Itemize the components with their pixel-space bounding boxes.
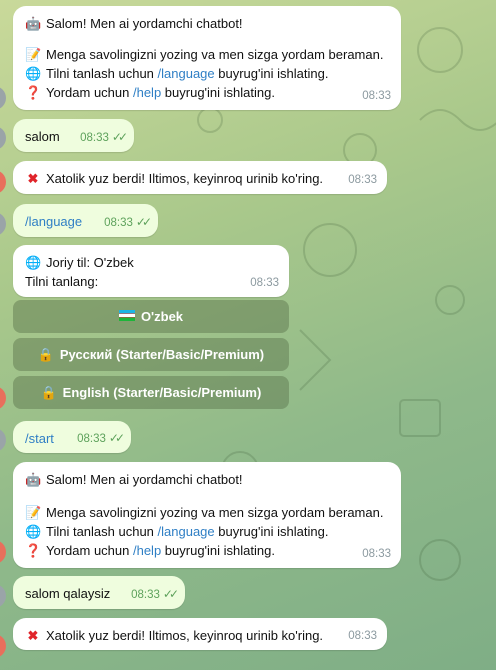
command-text[interactable]: /language xyxy=(25,214,82,229)
robot-icon: 🤖 xyxy=(25,16,42,31)
help-command-link[interactable]: /help xyxy=(133,543,161,558)
language-hint-suffix: buyrug'ini ishlating. xyxy=(214,66,329,81)
globe-icon: 🌐 xyxy=(25,66,42,81)
button-label: Русский (Starter/Basic/Premium) xyxy=(59,347,265,362)
language-hint-suffix: buyrug'ini ishlating. xyxy=(214,524,329,539)
avatar[interactable] xyxy=(0,170,6,194)
globe-icon: 🌐 xyxy=(25,524,42,539)
button-label: O'zbek xyxy=(140,309,184,324)
double-check-icon: ✓✓ xyxy=(135,215,152,229)
avatar[interactable] xyxy=(0,86,6,110)
message-time: 08:33 xyxy=(362,90,391,102)
message-time: 08:33 xyxy=(348,174,377,186)
cross-icon: ✖ xyxy=(27,628,39,643)
current-language-text: Joriy til: O'zbek xyxy=(46,255,134,270)
double-check-icon: ✓✓ xyxy=(162,587,179,601)
language-button-uzbek[interactable]: O'zbek xyxy=(13,300,289,333)
message-text: salom xyxy=(25,129,60,144)
message-time: 08:33 xyxy=(104,217,133,229)
message-time: 08:33 xyxy=(362,548,391,560)
user-message: salom qalaysiz 08:33 ✓✓ xyxy=(13,576,185,609)
command-text[interactable]: /start xyxy=(25,431,54,446)
bot-error-message: ✖ Xatolik yuz berdi! Iltimos, keyinroq ur… xyxy=(13,618,387,650)
double-check-icon: ✓✓ xyxy=(111,130,128,144)
language-button-english[interactable]: 🔒 English (Starter/Basic/Premium) xyxy=(13,376,289,409)
message-status: 08:33 ✓✓ xyxy=(80,128,128,148)
message-time: 08:33 xyxy=(80,132,109,144)
lock-icon: 🔒 xyxy=(40,384,57,400)
uzbekistan-flag-icon xyxy=(118,309,135,324)
bot-welcome-message: 🤖 Salom! Men ai yordamchi chatbot! 📝 Menga… xyxy=(13,6,401,110)
error-text: Xatolik yuz berdi! Iltimos, keyinroq uri… xyxy=(46,171,324,186)
language-command-link[interactable]: /language xyxy=(158,66,215,81)
bot-welcome-message: 🤖 Salom! Men ai yordamchi chatbot! 📝 Menga… xyxy=(13,462,401,568)
instruction-text: Menga savolingizni yozing va men sizga y… xyxy=(46,47,384,62)
choose-language-text: Tilni tanlang: xyxy=(25,274,99,289)
language-button-russian[interactable]: 🔒 Русский (Starter/Basic/Premium) xyxy=(13,338,289,371)
language-command-link[interactable]: /language xyxy=(158,524,215,539)
question-icon: ❓ xyxy=(25,85,42,100)
avatar[interactable] xyxy=(0,126,6,150)
instruction-text: Menga savolingizni yozing va men sizga y… xyxy=(46,505,384,520)
bot-language-message: 🌐 Joriy til: O'zbek Tilni tanlang: 08:33 xyxy=(13,245,289,297)
avatar[interactable] xyxy=(0,212,6,236)
language-hint-prefix: Tilni tanlash uchun xyxy=(46,524,158,539)
lock-icon: 🔒 xyxy=(37,346,55,362)
cross-icon: ✖ xyxy=(27,171,39,186)
welcome-greeting: Salom! Men ai yordamchi chatbot! xyxy=(46,472,243,487)
message-time: 08:33 xyxy=(77,433,106,445)
user-message: /language 08:33 ✓✓ xyxy=(13,204,158,237)
help-hint-suffix: buyrug'ini ishlating. xyxy=(161,543,275,558)
help-command-link[interactable]: /help xyxy=(133,85,161,100)
message-text: salom qalaysiz xyxy=(25,586,111,601)
avatar[interactable] xyxy=(0,540,6,564)
robot-icon: 🤖 xyxy=(25,472,42,487)
message-time: 08:33 xyxy=(250,277,279,289)
user-message: /start 08:33 ✓✓ xyxy=(13,421,131,453)
double-check-icon: ✓✓ xyxy=(108,431,125,445)
user-message: salom 08:33 ✓✓ xyxy=(13,119,134,152)
language-hint-prefix: Tilni tanlash uchun xyxy=(46,66,158,81)
globe-icon: 🌐 xyxy=(25,255,42,270)
message-time: 08:33 xyxy=(348,630,377,642)
message-status: 08:33 ✓✓ xyxy=(77,429,125,449)
welcome-greeting: Salom! Men ai yordamchi chatbot! xyxy=(46,16,243,31)
message-status: 08:33 ✓✓ xyxy=(104,213,152,233)
error-text: Xatolik yuz berdi! Iltimos, keyinroq uri… xyxy=(46,628,324,643)
avatar[interactable] xyxy=(0,584,6,608)
help-hint-prefix: Yordam uchun xyxy=(46,543,133,558)
button-label: English (Starter/Basic/Premium) xyxy=(62,385,262,400)
help-hint-prefix: Yordam uchun xyxy=(46,85,133,100)
memo-icon: 📝 xyxy=(25,505,42,520)
avatar[interactable] xyxy=(0,428,6,452)
bot-error-message: ✖ Xatolik yuz berdi! Iltimos, keyinroq ur… xyxy=(13,161,387,194)
message-status: 08:33 ✓✓ xyxy=(131,585,179,605)
help-hint-suffix: buyrug'ini ishlating. xyxy=(161,85,275,100)
memo-icon: 📝 xyxy=(25,47,42,62)
avatar[interactable] xyxy=(0,634,6,658)
message-time: 08:33 xyxy=(131,589,160,601)
avatar[interactable] xyxy=(0,386,6,410)
question-icon: ❓ xyxy=(25,543,42,558)
